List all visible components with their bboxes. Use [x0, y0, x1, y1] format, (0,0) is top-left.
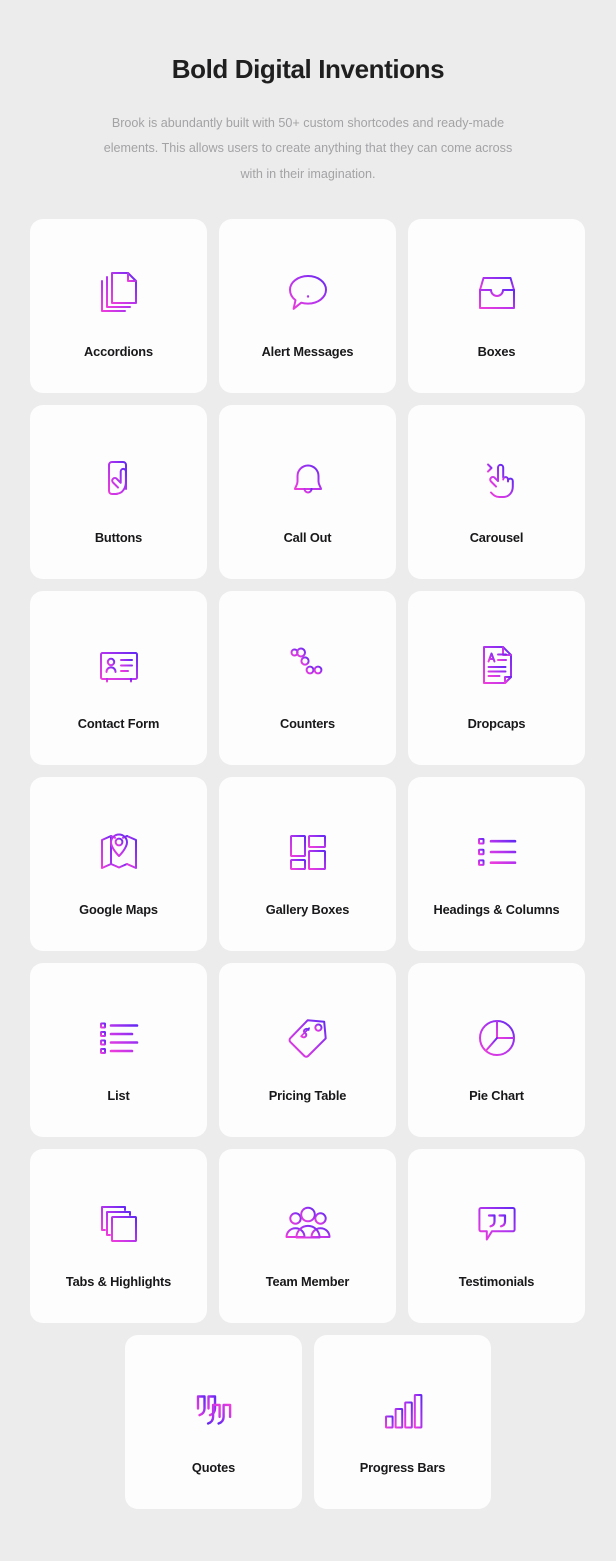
shortcode-card-label: Buttons	[95, 530, 142, 545]
shortcode-card[interactable]: Team Member	[219, 1149, 396, 1323]
quote-bubble-icon	[470, 1197, 524, 1251]
page-root: Bold Digital Inventions Brook is abundan…	[0, 0, 616, 1561]
shortcode-card[interactable]: Gallery Boxes	[219, 777, 396, 951]
shortcode-card[interactable]: Carousel	[408, 405, 585, 579]
phone-tap-icon	[92, 453, 146, 507]
shortcode-card[interactable]: Counters	[219, 591, 396, 765]
shortcode-card[interactable]: Call Out	[219, 405, 396, 579]
people-group-icon	[281, 1197, 335, 1251]
shortcode-card[interactable]: Dropcaps	[408, 591, 585, 765]
quotation-marks-icon	[187, 1383, 241, 1437]
shortcode-card-label: Team Member	[266, 1274, 349, 1289]
shortcode-card[interactable]: Testimonials	[408, 1149, 585, 1323]
headings-list-icon	[470, 825, 524, 879]
shortcode-card-label: Gallery Boxes	[266, 902, 349, 917]
shortcode-card-label: Pie Chart	[469, 1088, 524, 1103]
page-subtitle: Brook is abundantly built with 50+ custo…	[103, 111, 513, 187]
shortcode-grid-last-row: Quotes Progress Bars	[30, 1323, 586, 1509]
grid-boxes-icon	[281, 825, 335, 879]
shortcode-card[interactable]: Pricing Table	[219, 963, 396, 1137]
shortcode-card[interactable]: Tabs & Highlights	[30, 1149, 207, 1323]
shortcode-card[interactable]: Contact Form	[30, 591, 207, 765]
shortcode-card[interactable]: List	[30, 963, 207, 1137]
map-pin-icon	[92, 825, 146, 879]
shortcode-card-label: Call Out	[284, 530, 332, 545]
sliders-icon	[281, 639, 335, 693]
price-tag-icon	[281, 1011, 335, 1065]
bullet-list-icon	[92, 1011, 146, 1065]
inbox-tray-icon	[470, 267, 524, 321]
shortcode-card-label: Progress Bars	[360, 1460, 446, 1475]
shortcode-card-label: Dropcaps	[468, 716, 526, 731]
pie-chart-icon	[470, 1011, 524, 1065]
shortcode-card-label: Headings & Columns	[434, 902, 560, 917]
shortcode-card-label: Counters	[280, 716, 335, 731]
shortcode-card[interactable]: Google Maps	[30, 777, 207, 951]
shortcode-card-label: Accordions	[84, 344, 153, 359]
shortcode-card-label: Google Maps	[79, 902, 158, 917]
shortcode-card[interactable]: Headings & Columns	[408, 777, 585, 951]
shortcode-card[interactable]: Progress Bars	[314, 1335, 491, 1509]
bell-icon	[281, 453, 335, 507]
shortcode-card-label: Contact Form	[78, 716, 159, 731]
shortcode-card-label: Tabs & Highlights	[66, 1274, 171, 1289]
shortcode-card[interactable]: Buttons	[30, 405, 207, 579]
shortcode-card-label: List	[107, 1088, 129, 1103]
shortcode-card-label: Pricing Table	[269, 1088, 346, 1103]
shortcode-card-label: Testimonials	[459, 1274, 534, 1289]
shortcode-card[interactable]: Accordions	[30, 219, 207, 393]
shortcode-grid: Accordions Alert Messages Boxes Buttons Call…	[30, 187, 586, 1323]
bar-chart-icon	[376, 1383, 430, 1437]
stacked-squares-icon	[92, 1197, 146, 1251]
shortcode-card-label: Quotes	[192, 1460, 235, 1475]
shortcode-card[interactable]: Boxes	[408, 219, 585, 393]
document-letter-a-icon	[470, 639, 524, 693]
shortcode-card-label: Alert Messages	[262, 344, 354, 359]
shortcode-card-label: Boxes	[478, 344, 516, 359]
speech-bubble-alert-icon	[281, 267, 335, 321]
documents-stack-icon	[92, 267, 146, 321]
id-card-icon	[92, 639, 146, 693]
shortcode-card[interactable]: Quotes	[125, 1335, 302, 1509]
shortcode-card[interactable]: Alert Messages	[219, 219, 396, 393]
page-title: Bold Digital Inventions	[0, 54, 616, 85]
shortcode-card[interactable]: Pie Chart	[408, 963, 585, 1137]
shortcode-card-label: Carousel	[470, 530, 524, 545]
page-header: Bold Digital Inventions Brook is abundan…	[0, 0, 616, 187]
swipe-hand-icon	[470, 453, 524, 507]
